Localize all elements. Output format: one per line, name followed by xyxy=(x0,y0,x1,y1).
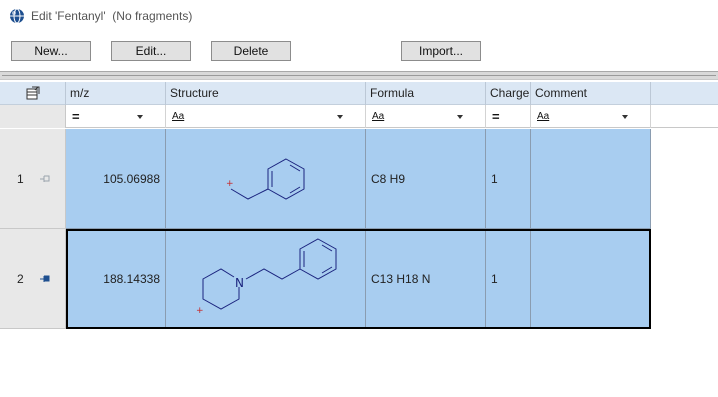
filter-operator: = xyxy=(72,109,80,124)
app-globe-icon xyxy=(10,8,24,24)
formula-cell[interactable]: C8 H9 xyxy=(366,129,486,229)
nitrogen-label: N xyxy=(235,276,244,290)
filter-row: = Aa Aa = Aa xyxy=(0,105,718,128)
grid-header-row: m/z Structure Formula Charge Comment xyxy=(0,82,718,105)
benzyl-cation-structure: + xyxy=(226,158,305,200)
new-button[interactable]: New... xyxy=(11,41,91,61)
title-bar: Edit 'Fentanyl' (No fragments) xyxy=(0,0,718,32)
mz-value: 105.06988 xyxy=(103,172,160,186)
table-row[interactable]: 1 105.06988 + C8 H9 1 xyxy=(0,129,651,229)
filter-structure[interactable]: Aa xyxy=(166,105,366,128)
window-title: Edit 'Fentanyl' (No fragments) xyxy=(31,9,193,23)
column-header-charge[interactable]: Charge xyxy=(486,82,531,105)
column-header-formula[interactable]: Formula xyxy=(366,82,486,105)
mz-cell[interactable]: 105.06988 xyxy=(66,129,166,229)
phenethylpiperidinyl-cation-structure: N + xyxy=(196,238,337,316)
mz-cell[interactable]: 188.14338 xyxy=(66,229,166,329)
filter-operator: = xyxy=(492,109,500,124)
charge-cell[interactable]: 1 xyxy=(486,229,531,329)
filter-charge[interactable]: = xyxy=(486,105,531,128)
filter-operator: Aa xyxy=(537,111,550,122)
row-number: 2 xyxy=(17,272,24,286)
structure-cell[interactable]: + xyxy=(166,129,366,229)
pin-icon[interactable] xyxy=(40,275,50,283)
edit-button[interactable]: Edit... xyxy=(111,41,191,61)
column-header-structure[interactable]: Structure xyxy=(166,82,366,105)
column-chooser-icon[interactable] xyxy=(26,86,40,100)
chevron-down-icon[interactable] xyxy=(337,115,343,119)
pin-icon[interactable] xyxy=(40,175,50,183)
charge-cell[interactable]: 1 xyxy=(486,129,531,229)
filter-formula[interactable]: Aa xyxy=(366,105,486,128)
chevron-down-icon[interactable] xyxy=(137,115,143,119)
filter-operator: Aa xyxy=(372,111,385,122)
charge-mark: + xyxy=(196,306,204,316)
import-button[interactable]: Import... xyxy=(401,41,481,61)
row-header[interactable]: 2 xyxy=(0,229,66,329)
structure-cell[interactable]: N + xyxy=(166,229,366,329)
formula-value: C8 H9 xyxy=(371,172,406,186)
column-header-comment[interactable]: Comment xyxy=(531,82,651,105)
table-row[interactable]: 2 188.14338 N + C13 H18 N 1 xyxy=(0,229,651,329)
mz-value: 188.14338 xyxy=(103,272,160,286)
delete-button[interactable]: Delete xyxy=(211,41,291,61)
filter-operator: Aa xyxy=(172,111,185,122)
comment-cell[interactable] xyxy=(531,129,651,229)
comment-cell[interactable] xyxy=(531,229,651,329)
formula-cell[interactable]: C13 H18 N xyxy=(366,229,486,329)
filter-comment[interactable]: Aa xyxy=(531,105,651,128)
chevron-down-icon[interactable] xyxy=(457,115,463,119)
row-number: 1 xyxy=(17,172,24,186)
charge-value: 1 xyxy=(491,172,498,186)
fragment-grid: m/z Structure Formula Charge Comment = A… xyxy=(0,82,718,397)
row-header[interactable]: 1 xyxy=(0,129,66,229)
charge-value: 1 xyxy=(491,272,498,286)
filter-mz[interactable]: = xyxy=(66,105,166,128)
filter-gutter xyxy=(0,105,66,128)
formula-value: C13 H18 N xyxy=(371,272,431,286)
splitter-bar[interactable] xyxy=(0,71,718,80)
chevron-down-icon[interactable] xyxy=(622,115,628,119)
charge-mark: + xyxy=(226,179,234,189)
column-header-mz[interactable]: m/z xyxy=(66,82,166,105)
column-chooser-cell[interactable] xyxy=(0,82,66,105)
